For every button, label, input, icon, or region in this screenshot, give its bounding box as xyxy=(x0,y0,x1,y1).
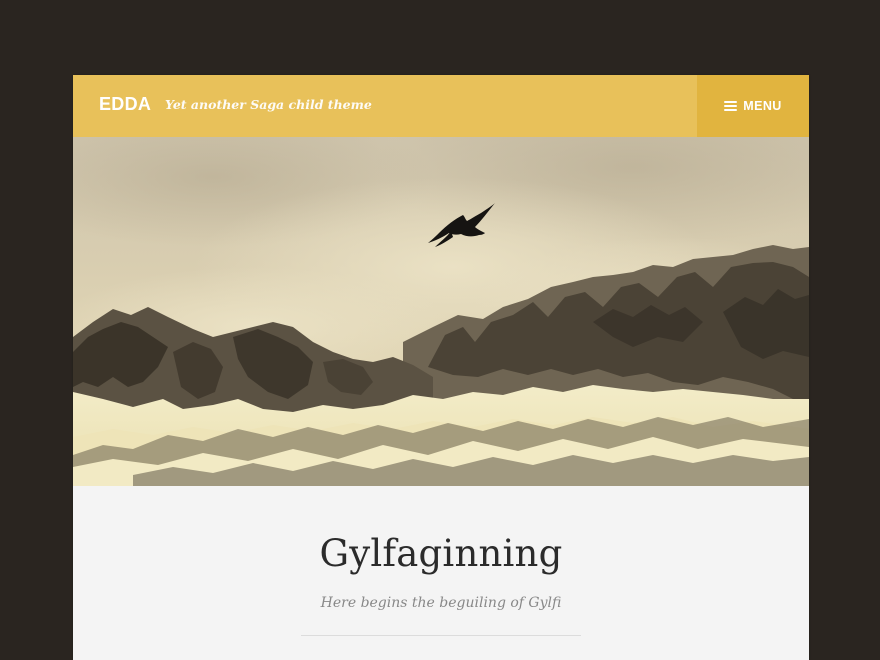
menu-button[interactable]: MENU xyxy=(697,75,809,137)
mountain-landscape-image xyxy=(73,137,809,486)
post-title[interactable]: Gylfaginning xyxy=(73,532,809,575)
site-tagline: Yet another Saga child theme xyxy=(165,97,372,112)
post-header: Gylfaginning Here begins the beguiling o… xyxy=(73,486,809,660)
post-subtitle: Here begins the beguiling of Gylfi xyxy=(320,595,562,611)
menu-button-label: MENU xyxy=(743,99,782,113)
hamburger-menu-icon xyxy=(724,100,738,112)
header-image xyxy=(73,137,809,486)
site-container: EDDA Yet another Saga child theme MENU G… xyxy=(73,75,809,660)
title-divider xyxy=(301,635,581,636)
site-header: EDDA Yet another Saga child theme MENU xyxy=(73,75,809,137)
site-title-link[interactable]: EDDA xyxy=(99,94,151,115)
